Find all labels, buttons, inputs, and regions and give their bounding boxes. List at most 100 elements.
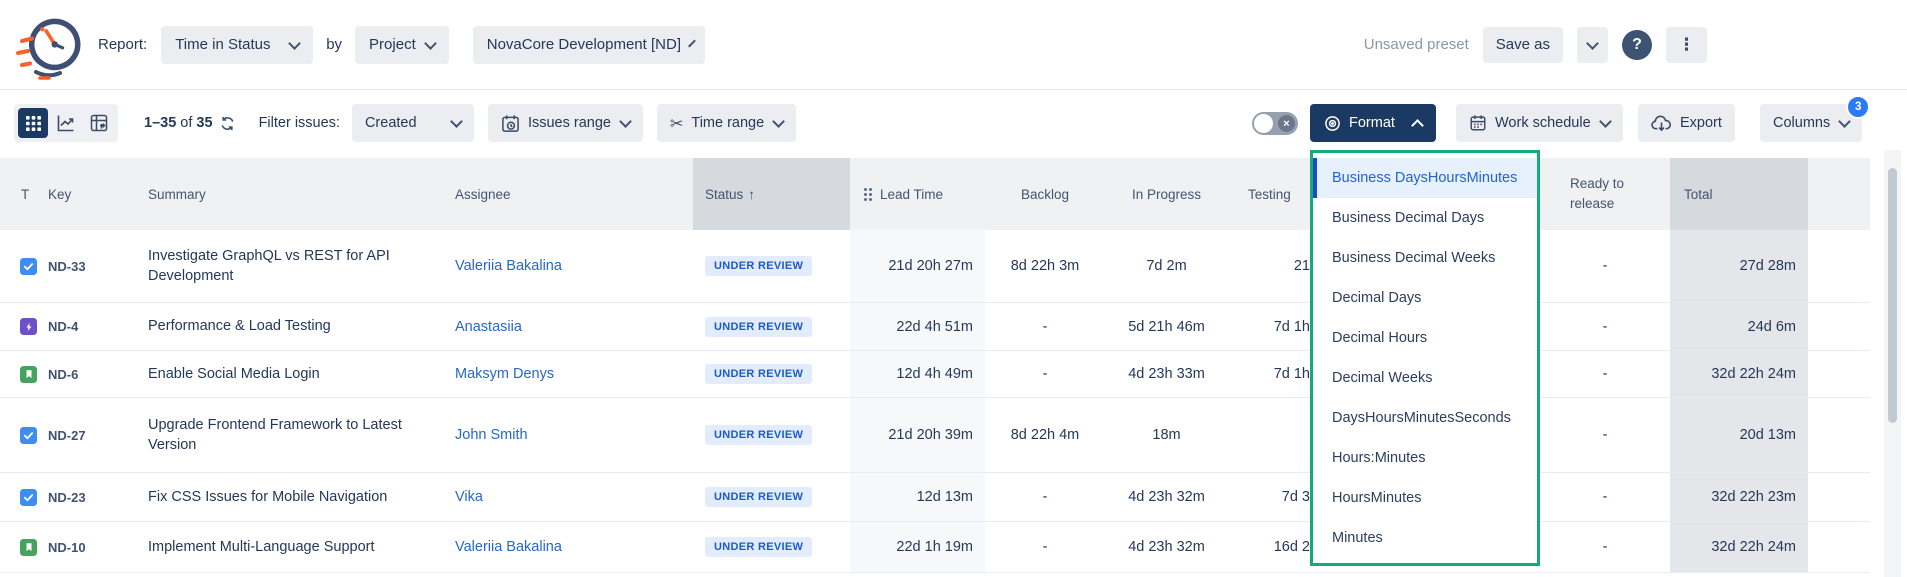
format-button[interactable]: Format bbox=[1310, 104, 1436, 142]
format-menu-item[interactable]: Minutes bbox=[1313, 518, 1537, 558]
col-header-backlog[interactable]: Backlog bbox=[985, 187, 1105, 202]
report-type-dropdown[interactable]: Time in Status bbox=[161, 26, 313, 64]
time-range-dropdown[interactable]: ✂ Time range bbox=[657, 104, 796, 142]
issue-key-cell: ND-27 bbox=[48, 428, 140, 443]
issue-assignee-link[interactable]: Anastasiia bbox=[450, 319, 693, 335]
issue-assignee-link[interactable]: Maksym Denys bbox=[450, 366, 693, 382]
issue-status-cell: UNDER REVIEW bbox=[693, 522, 850, 572]
testing-cell: 7d 3 bbox=[1228, 489, 1310, 505]
columns-count-badge: 3 bbox=[1846, 95, 1870, 119]
task-icon bbox=[20, 489, 37, 506]
bolt-icon bbox=[20, 318, 37, 335]
format-menu-item[interactable]: Business Decimal Days bbox=[1313, 198, 1537, 238]
format-menu-item[interactable]: HoursMinutes bbox=[1313, 478, 1537, 518]
line-chart-icon bbox=[57, 114, 75, 132]
status-badge: UNDER REVIEW bbox=[705, 537, 812, 557]
compact-toggle[interactable]: × bbox=[1252, 112, 1298, 135]
chevron-down-icon bbox=[688, 39, 696, 47]
issue-status-cell: UNDER REVIEW bbox=[693, 230, 850, 302]
format-menu: Business DaysHoursMinutesBusiness Decima… bbox=[1310, 150, 1540, 566]
issue-assignee-link[interactable]: Valeriia Bakalina bbox=[450, 258, 693, 274]
status-badge: UNDER REVIEW bbox=[705, 317, 812, 337]
drag-handle-icon[interactable] bbox=[864, 188, 867, 191]
chart-view-button[interactable] bbox=[51, 108, 81, 138]
format-menu-item[interactable]: Decimal Hours bbox=[1313, 318, 1537, 358]
export-button[interactable]: Export bbox=[1638, 104, 1735, 142]
save-options-button[interactable] bbox=[1577, 27, 1608, 63]
help-button[interactable]: ? bbox=[1622, 30, 1652, 60]
vertical-dots-icon: ⋮ bbox=[1678, 35, 1695, 55]
col-header-lead-time[interactable]: Lead Time bbox=[850, 158, 985, 230]
columns-label: Columns bbox=[1773, 115, 1830, 131]
filter-field-dropdown[interactable]: Created bbox=[352, 104, 474, 142]
lead-time-cell: 21d 20h 27m bbox=[850, 230, 985, 302]
issue-assignee-link[interactable]: Vika bbox=[450, 489, 693, 505]
app-logo bbox=[16, 10, 82, 80]
toggle-off-icon: × bbox=[1278, 115, 1295, 132]
col-header-total[interactable]: Total bbox=[1670, 158, 1808, 230]
lead-time-cell: 12d 13m bbox=[850, 473, 985, 521]
export-label: Export bbox=[1680, 115, 1722, 131]
format-menu-item[interactable]: Decimal Weeks bbox=[1313, 358, 1537, 398]
col-header-testing[interactable]: Testing bbox=[1228, 158, 1310, 230]
preset-status: Unsaved preset bbox=[1364, 36, 1469, 53]
toggle-knob-icon bbox=[1254, 114, 1273, 133]
lead-time-cell: 22d 4h 51m bbox=[850, 303, 985, 350]
col-header-ready-to-release[interactable]: Ready to release bbox=[1540, 174, 1670, 213]
issue-key-cell: ND-6 bbox=[48, 367, 140, 382]
columns-dropdown[interactable]: Columns 3 bbox=[1760, 104, 1862, 142]
issue-type-cell bbox=[0, 303, 48, 350]
count-total: 35 bbox=[196, 115, 212, 131]
col-header-assignee[interactable]: Assignee bbox=[450, 158, 693, 230]
in-progress-cell: 4d 23h 32m bbox=[1105, 489, 1228, 505]
total-cell: 32d 22h 23m bbox=[1670, 473, 1808, 521]
chevron-up-icon bbox=[1411, 119, 1424, 132]
refresh-icon[interactable] bbox=[220, 116, 235, 131]
issue-key-cell: ND-10 bbox=[48, 540, 140, 555]
issues-range-dropdown[interactable]: Issues range bbox=[488, 104, 643, 142]
scope-dropdown[interactable]: Project bbox=[355, 26, 449, 64]
task-icon bbox=[20, 427, 37, 444]
report-type-value: Time in Status bbox=[175, 36, 280, 53]
time-in-status-app: Report: Time in Status by Project NovaCo… bbox=[0, 0, 1907, 577]
format-menu-item[interactable]: Decimal Days bbox=[1313, 278, 1537, 318]
issue-type-cell bbox=[0, 398, 48, 472]
total-cell: 32d 22h 24m bbox=[1670, 522, 1808, 572]
scissors-icon: ✂ bbox=[670, 114, 683, 133]
calendar-icon bbox=[1469, 114, 1487, 132]
table-view-button[interactable] bbox=[18, 108, 48, 138]
total-cell: 32d 22h 24m bbox=[1670, 351, 1808, 397]
col-header-summary[interactable]: Summary bbox=[140, 158, 450, 230]
pivot-view-button[interactable] bbox=[84, 108, 114, 138]
issue-status-cell: UNDER REVIEW bbox=[693, 398, 850, 472]
work-schedule-dropdown[interactable]: Work schedule bbox=[1456, 104, 1623, 142]
issue-key-cell: ND-23 bbox=[48, 490, 140, 505]
backlog-cell: - bbox=[985, 319, 1105, 335]
more-options-button[interactable]: ⋮ bbox=[1666, 27, 1707, 63]
scope-value: Project bbox=[369, 36, 416, 53]
scrollbar-thumb[interactable] bbox=[1888, 168, 1897, 423]
save-as-button[interactable]: Save as bbox=[1483, 27, 1563, 63]
format-label: Format bbox=[1349, 115, 1395, 131]
col-header-key[interactable]: Key bbox=[48, 158, 140, 230]
issue-assignee-link[interactable]: John Smith bbox=[450, 427, 693, 443]
format-menu-item[interactable]: Business Decimal Weeks bbox=[1313, 238, 1537, 278]
chevron-down-icon bbox=[1838, 115, 1851, 128]
chevron-down-icon bbox=[288, 37, 301, 50]
cloud-download-icon bbox=[1651, 115, 1672, 132]
issue-summary-cell: Fix CSS Issues for Mobile Navigation bbox=[140, 481, 450, 513]
col-header-in-progress[interactable]: In Progress bbox=[1105, 187, 1228, 202]
format-menu-item[interactable]: Business DaysHoursMinutes bbox=[1313, 158, 1537, 198]
col-header-status[interactable]: Status ↑ bbox=[693, 158, 850, 230]
story-icon bbox=[20, 539, 37, 556]
testing-cell: 7d 1h bbox=[1228, 319, 1310, 335]
format-menu-item[interactable]: DaysHoursMinutesSeconds bbox=[1313, 398, 1537, 438]
sort-ascending-icon: ↑ bbox=[748, 187, 755, 202]
issue-assignee-link[interactable]: Valeriia Bakalina bbox=[450, 539, 693, 555]
col-header-type[interactable]: T bbox=[0, 158, 48, 230]
backlog-cell: 8d 22h 4m bbox=[985, 427, 1105, 443]
project-dropdown[interactable]: NovaCore Development [ND] bbox=[473, 26, 705, 64]
total-cell: 27d 28m bbox=[1670, 230, 1808, 302]
format-menu-item[interactable]: Hours:Minutes bbox=[1313, 438, 1537, 478]
header-actions: Unsaved preset Save as ? ⋮ bbox=[1364, 27, 1707, 63]
